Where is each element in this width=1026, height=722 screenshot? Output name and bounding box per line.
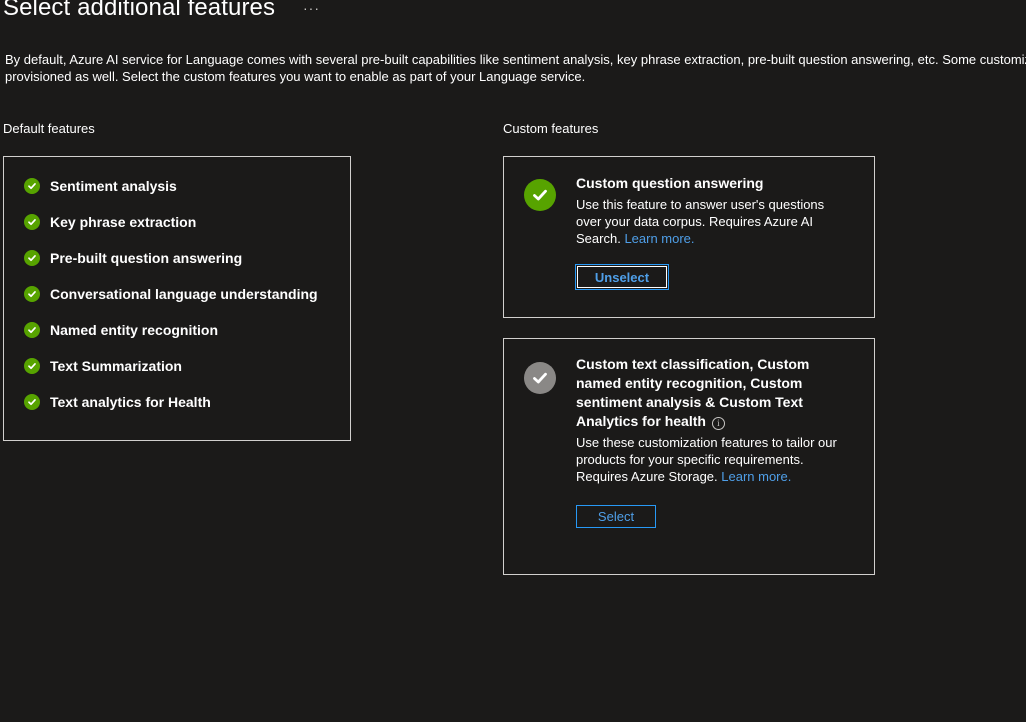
- feature-item-named-entity-recognition: Named entity recognition: [24, 320, 218, 340]
- custom-text-features-card: Custom text classification, Custom named…: [503, 338, 875, 575]
- description-line-1: By default, Azure AI service for Languag…: [5, 52, 1026, 67]
- checkmark-circle-icon: [24, 358, 40, 374]
- card-content: Custom question answering Use this featu…: [576, 174, 846, 247]
- feature-label: Text Summarization: [50, 358, 182, 374]
- card-description-text: Use this feature to answer user's questi…: [576, 197, 825, 246]
- info-icon[interactable]: i: [711, 417, 725, 430]
- default-features-panel: Sentiment analysis Key phrase extraction…: [3, 156, 351, 441]
- unselect-button[interactable]: Unselect: [575, 264, 669, 290]
- checkmark-circle-icon: [24, 322, 40, 338]
- feature-label: Key phrase extraction: [50, 214, 197, 230]
- checkmark-circle-icon: [24, 178, 40, 194]
- custom-features-label: Custom features: [503, 121, 599, 136]
- feature-label: Named entity recognition: [50, 322, 219, 338]
- feature-item-key-phrase-extraction: Key phrase extraction: [24, 212, 196, 232]
- card-title: Custom text classification, Custom named…: [576, 355, 834, 431]
- checkmark-circle-icon: [24, 214, 40, 230]
- feature-label: Text analytics for Health: [50, 394, 211, 410]
- feature-item-conversational-language-understanding: Conversational language understanding: [24, 284, 318, 304]
- checkmark-circle-icon[interactable]: [524, 362, 556, 394]
- custom-question-answering-card: Custom question answering Use this featu…: [503, 156, 875, 318]
- checkmark-circle-icon: [24, 394, 40, 410]
- feature-label: Conversational language understanding: [50, 286, 318, 302]
- card-content: Custom text classification, Custom named…: [576, 355, 837, 485]
- feature-label: Sentiment analysis: [50, 178, 177, 194]
- checkmark-circle-icon: [24, 250, 40, 266]
- card-description: Use this feature to answer user's questi…: [576, 196, 846, 247]
- checkmark-circle-icon[interactable]: [524, 179, 556, 211]
- more-options-button[interactable]: ···: [303, 0, 320, 16]
- card-description: Use these customization features to tail…: [576, 434, 838, 485]
- learn-more-link[interactable]: Learn more.: [624, 231, 694, 246]
- feature-item-prebuilt-question-answering: Pre-built question answering: [24, 248, 242, 268]
- feature-item-text-summarization: Text Summarization: [24, 356, 182, 376]
- feature-label: Pre-built question answering: [50, 250, 243, 266]
- default-features-label: Default features: [3, 121, 95, 136]
- card-title: Custom question answering: [576, 175, 764, 191]
- card-description-text: Use these customization features to tail…: [576, 435, 837, 484]
- feature-item-text-analytics-for-health: Text analytics for Health: [24, 392, 211, 412]
- page-description: By default, Azure AI service for Languag…: [5, 51, 1026, 87]
- select-button[interactable]: Select: [576, 505, 656, 528]
- card-title-text: Custom text classification, Custom named…: [576, 356, 810, 429]
- description-line-2: provisioned as well. Select the custom f…: [5, 69, 586, 84]
- checkmark-circle-icon: [24, 286, 40, 302]
- feature-item-sentiment-analysis: Sentiment analysis: [24, 176, 177, 196]
- page-title: Select additional features: [3, 0, 276, 21]
- learn-more-link[interactable]: Learn more.: [721, 469, 791, 484]
